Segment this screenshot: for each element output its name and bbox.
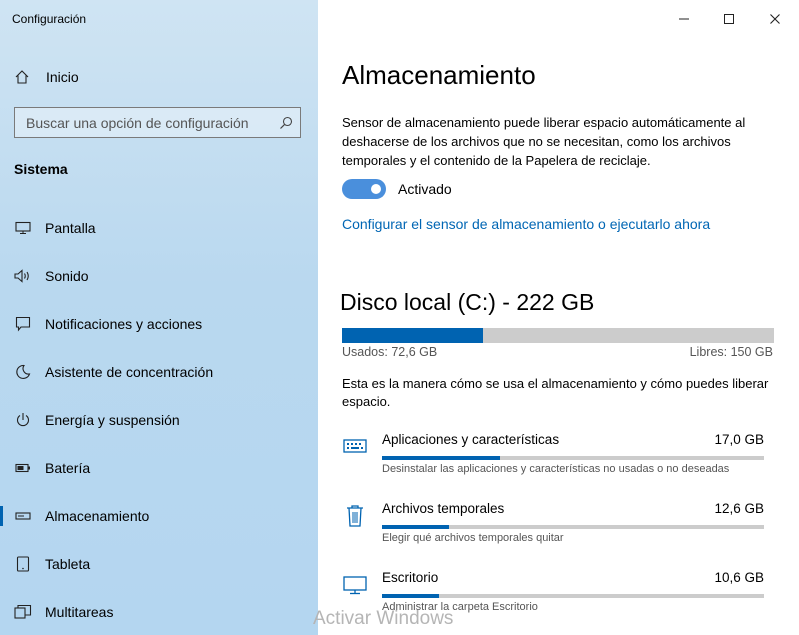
maximize-button[interactable] [717,9,741,29]
sidebar-item-multitareas[interactable]: Multitareas [0,597,318,627]
category-bar [382,594,764,598]
configure-storage-sense-link[interactable]: Configurar el sensor de almacenamiento o… [342,216,710,232]
disk-usage-bar [342,328,774,343]
multitask-icon [13,604,33,620]
sidebar-item-tableta[interactable]: Tableta [0,549,318,579]
app-title: Configuración [12,12,87,26]
category-bar [382,456,764,460]
power-icon [13,412,33,428]
storage-sense-toggle[interactable] [342,179,386,199]
storage-icon [13,510,33,522]
category-description: Desinstalar las aplicaciones y caracterí… [382,463,730,475]
toggle-label: Activado [398,181,452,197]
category-bar [382,525,764,529]
monitor-icon [13,221,33,235]
search-icon[interactable] [272,116,300,130]
sidebar-item-label: Multitareas [45,604,114,620]
category-temp-files[interactable]: Archivos temporales 12,6 GB Elegir qué a… [342,501,764,551]
category-fill [382,594,439,598]
sidebar-item-asistente[interactable]: Asistente de concentración [0,357,318,387]
category-name: Escritorio [382,570,439,585]
disk-free-label: Libres: 150 GB [689,345,773,359]
disk-used-label: Usados: 72,6 GB [342,345,438,359]
category-name: Aplicaciones y características [382,432,560,447]
home-label: Inicio [46,69,79,85]
sidebar-item-label: Pantalla [45,220,96,236]
notification-icon [13,316,33,332]
sidebar-item-label: Tableta [45,556,91,572]
category-fill [382,456,501,460]
sidebar-item-sonido[interactable]: Sonido [0,261,318,291]
sidebar-item-label: Notificaciones y acciones [45,316,203,332]
tablet-icon [13,556,33,572]
disk-usage-fill [342,328,484,343]
activate-windows-watermark: Activar Windows [313,608,454,629]
sidebar-item-label: Almacenamiento [45,508,150,524]
sidebar-item-notificaciones[interactable]: Notificaciones y acciones [0,309,318,339]
sidebar: Configuración Inicio Buscar una opción d… [0,0,318,635]
category-size: 10,6 GB [714,570,764,585]
sidebar-item-label: Sonido [45,268,89,284]
close-button[interactable] [763,9,787,29]
home-nav-item[interactable]: Inicio [14,66,79,88]
group-title: Sistema [14,161,68,177]
keyboard-icon [342,434,368,460]
category-name: Archivos temporales [382,501,505,516]
sidebar-item-label: Asistente de concentración [45,364,214,380]
sidebar-item-energia[interactable]: Energía y suspensión [0,405,318,435]
storage-sense-description: Sensor de almacenamiento puede liberar e… [342,115,746,168]
page-title: Almacenamiento [342,60,536,90]
main-content: Almacenamiento Sensor de almacenamiento … [318,0,799,635]
minimize-button[interactable] [672,9,696,29]
moon-icon [13,364,33,380]
toggle-knob [371,184,381,194]
sidebar-item-pantalla[interactable]: Pantalla [0,213,318,243]
speaker-icon [13,269,33,283]
sidebar-item-label: Batería [45,460,91,476]
sidebar-item-label: Energía y suspensión [45,412,180,428]
usage-intro: Esta es la manera cómo se usa el almacen… [342,376,769,409]
disk-title: Disco local (C:) - 222 GB [340,289,595,315]
category-apps[interactable]: Aplicaciones y características 17,0 GB D… [342,432,764,482]
settings-search-input[interactable]: Buscar una opción de configuración [14,107,301,138]
category-description: Elegir qué archivos temporales quitar [382,532,564,544]
trash-icon [342,503,368,529]
battery-icon [13,462,33,474]
sidebar-item-bateria[interactable]: Batería [0,453,318,483]
category-size: 17,0 GB [714,432,764,447]
home-icon [14,69,32,85]
sidebar-item-almacenamiento[interactable]: Almacenamiento [0,501,318,531]
search-placeholder: Buscar una opción de configuración [26,114,249,131]
desktop-icon [342,572,368,598]
category-size: 12,6 GB [714,501,764,516]
category-fill [382,525,449,529]
